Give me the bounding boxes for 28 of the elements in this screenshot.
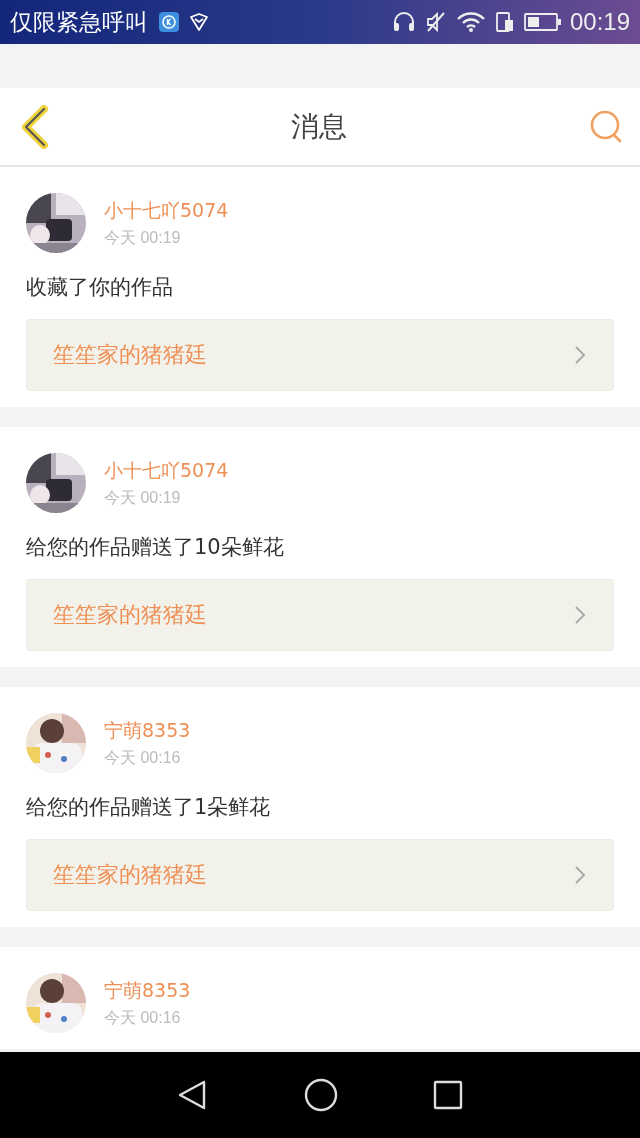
sim-card-icon xyxy=(493,11,516,33)
wifi-icon xyxy=(455,11,486,33)
chevron-right-icon xyxy=(573,344,587,366)
work-link[interactable]: 笙笙家的猪猪廷 xyxy=(26,319,614,391)
clock-text: 00:19 xyxy=(569,8,630,36)
shield-icon xyxy=(188,11,210,33)
recent-apps-icon[interactable] xyxy=(431,1079,464,1111)
page-title: 消息 xyxy=(291,108,347,145)
message-text: 给您的作品赠送了1朵鲜花 xyxy=(26,794,272,821)
user-name[interactable]: 宁萌8353 xyxy=(104,977,191,1004)
user-name[interactable]: 小十七吖5074 xyxy=(104,197,229,224)
chevron-right-icon xyxy=(573,604,587,626)
carrier-text: 仅限紧急呼叫 xyxy=(10,7,148,37)
work-link[interactable]: 笙笙家的猪猪廷 xyxy=(26,579,614,651)
message-text: 收藏了你的作品 xyxy=(26,274,174,301)
home-icon[interactable] xyxy=(303,1077,339,1113)
message-time: 今天 00:19 xyxy=(104,487,182,508)
work-link[interactable]: 笙笙家的猪猪廷 xyxy=(26,839,614,911)
user-name[interactable]: 宁萌8353 xyxy=(104,717,191,744)
battery-icon xyxy=(523,11,562,33)
message-time: 今天 00:16 xyxy=(104,1007,182,1028)
user-name[interactable]: 小十七吖5074 xyxy=(104,457,229,484)
message-time: 今天 00:19 xyxy=(104,227,182,248)
message-time: 今天 00:16 xyxy=(104,747,182,768)
headphones-icon xyxy=(391,11,416,33)
app-icon xyxy=(158,11,180,33)
message-text: 给您的作品赠送了10朵鲜花 xyxy=(26,534,285,561)
chevron-right-icon xyxy=(573,864,587,886)
